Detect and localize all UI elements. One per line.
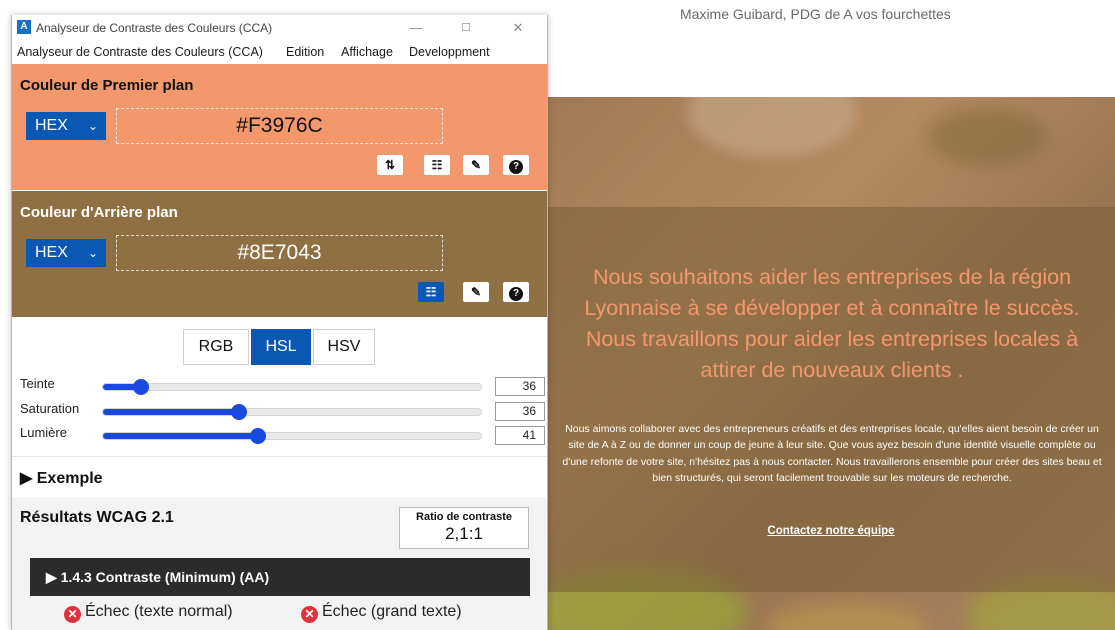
normal-text-result: ✕ Échec (texte normal) [64, 603, 233, 623]
criterion-1-4-3-toggle[interactable]: ▶ 1.4.3 Contraste (Minimum) (AA) [30, 558, 530, 596]
foreground-eyedropper-button[interactable]: ✎ [463, 155, 489, 175]
eyedropper-icon: ✎ [470, 285, 482, 299]
example-toggle[interactable]: ▶ Exemple [20, 468, 103, 488]
fail-icon: ✕ [301, 606, 318, 623]
sliders-icon: ☷ [431, 158, 443, 172]
hue-slider[interactable] [102, 379, 482, 395]
mode-rgb-button[interactable]: RGB [183, 329, 249, 365]
background-hex-input[interactable]: #8E7043 [116, 235, 443, 271]
lightness-value[interactable]: 41 [495, 426, 545, 445]
window-title: Analyseur de Contraste des Couleurs (CCA… [36, 21, 273, 35]
results-title: Résultats WCAG 2.1 [20, 509, 174, 526]
saturation-slider-thumb[interactable] [231, 404, 248, 420]
swap-icon: ⇅ [384, 158, 396, 172]
minimize-button[interactable]: — [399, 17, 433, 39]
lightness-slider[interactable] [102, 428, 482, 444]
wcag-results-section: Résultats WCAG 2.1 Ratio de contraste 2,… [12, 497, 547, 630]
help-icon: ? [509, 160, 523, 174]
foreground-help-button[interactable]: ? [503, 155, 529, 175]
menu-edition[interactable]: Edition [286, 45, 324, 59]
contrast-ratio-value: 2,1:1 [445, 524, 483, 543]
maximize-button[interactable]: ☐ [449, 17, 483, 39]
chevron-down-icon: ⌄ [87, 246, 98, 260]
help-icon: ? [509, 287, 523, 301]
contrast-ratio-box: Ratio de contraste 2,1:1 [399, 507, 529, 549]
foreground-format-select[interactable]: HEX ⌄ [26, 112, 106, 140]
background-title: Couleur d'Arrière plan [20, 204, 178, 221]
foreground-format-value: HEX [35, 117, 68, 134]
menu-bar: Analyseur de Contraste des Couleurs (CCA… [12, 42, 547, 62]
swap-colors-button[interactable]: ⇅ [377, 155, 403, 175]
background-help-button[interactable]: ? [503, 282, 529, 302]
lightness-slider-thumb[interactable] [249, 428, 266, 444]
background-format-value: HEX [35, 244, 68, 261]
testimonial-author: Maxime Guibard, PDG de A vos fourchettes [680, 6, 951, 22]
title-bar[interactable]: A Analyseur de Contraste des Couleurs (C… [12, 15, 547, 41]
hue-label: Teinte [20, 376, 55, 391]
large-text-result-label: Échec (grand texte) [322, 603, 462, 620]
mode-hsv-button[interactable]: HSV [313, 329, 375, 365]
app-icon: A [17, 20, 31, 34]
saturation-value[interactable]: 36 [495, 402, 545, 421]
hero-heading: Nous souhaitons aider les entreprises de… [584, 265, 1080, 382]
chevron-down-icon: ⌄ [87, 119, 98, 133]
saturation-label: Saturation [20, 401, 80, 416]
background-color-panel: Couleur d'Arrière plan HEX ⌄ #8E7043 ☷ ✎… [12, 191, 547, 317]
close-button[interactable]: ✕ [501, 17, 535, 39]
mode-hsl-button[interactable]: HSL [251, 329, 311, 365]
foreground-sliders-button[interactable]: ☷ [424, 155, 450, 175]
hue-value[interactable]: 36 [495, 377, 545, 396]
menu-affichage[interactable]: Affichage [341, 45, 393, 59]
hero-body-text: Nous aimons collaborer avec des entrepre… [562, 423, 1102, 484]
contact-team-link[interactable]: Contactez notre équipe [547, 525, 1115, 537]
sliders-icon: ☷ [425, 285, 437, 299]
menu-cca[interactable]: Analyseur de Contraste des Couleurs (CCA… [17, 45, 263, 59]
background-eyedropper-button[interactable]: ✎ [463, 282, 489, 302]
fail-icon: ✕ [64, 606, 81, 623]
foreground-color-panel: Couleur de Premier plan HEX ⌄ #F3976C ⇅ … [12, 64, 547, 190]
background-sliders-button[interactable]: ☷ [418, 282, 444, 302]
contrast-ratio-label: Ratio de contraste [416, 511, 512, 523]
hero-section: Nous souhaitons aider les entreprises de… [547, 97, 1115, 630]
large-text-result: ✕ Échec (grand texte) [301, 603, 462, 623]
eyedropper-icon: ✎ [470, 158, 482, 172]
normal-text-result-label: Échec (texte normal) [85, 603, 233, 620]
saturation-slider[interactable] [102, 404, 482, 420]
foreground-title: Couleur de Premier plan [20, 77, 194, 94]
hue-slider-thumb[interactable] [132, 379, 149, 395]
menu-developpment[interactable]: Developpment [409, 45, 490, 59]
divider [12, 456, 547, 457]
background-format-select[interactable]: HEX ⌄ [26, 239, 106, 267]
lightness-label: Lumière [20, 425, 67, 440]
cca-window: A Analyseur de Contraste des Couleurs (C… [11, 15, 548, 630]
foreground-hex-input[interactable]: #F3976C [116, 108, 443, 144]
